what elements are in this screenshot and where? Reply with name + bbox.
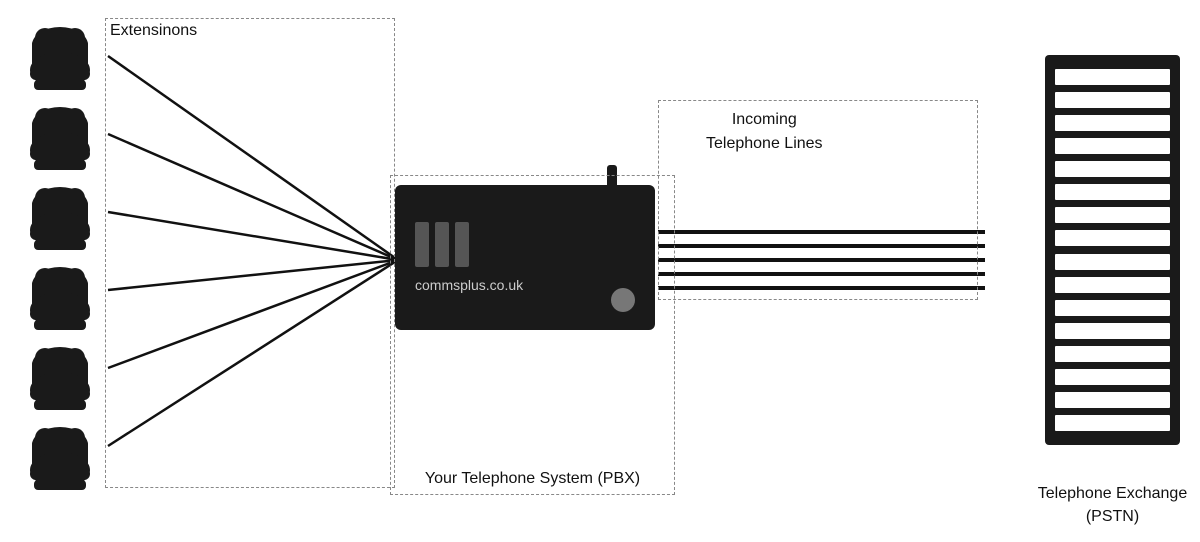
exchange-row-15	[1055, 392, 1170, 408]
exchange-row-13	[1055, 346, 1170, 362]
exchange-label: Telephone Exchange (PSTN)	[1025, 483, 1200, 528]
pbx-label: Your Telephone System (PBX)	[390, 468, 675, 490]
exchange-row-7	[1055, 207, 1170, 223]
exchange-row-5	[1055, 161, 1170, 177]
phone-icon-1	[20, 20, 100, 92]
exchange-row-6	[1055, 184, 1170, 200]
exchange-row-12	[1055, 323, 1170, 339]
pbx-dashed-box	[390, 175, 675, 495]
diagram-container: Extensinons commsplus.co.uk Your Telepho…	[0, 0, 1200, 542]
exchange-row-16	[1055, 415, 1170, 431]
phone-icon-4	[20, 260, 100, 332]
incoming-label: Incoming Telephone Lines	[706, 108, 823, 156]
telephone-exchange	[1045, 55, 1180, 445]
exchange-row-1	[1055, 69, 1170, 85]
extensions-box	[105, 18, 395, 488]
exchange-row-8	[1055, 230, 1170, 246]
exchange-row-2	[1055, 92, 1170, 108]
phone-icon-5	[20, 340, 100, 412]
exchange-row-4	[1055, 138, 1170, 154]
exchange-row-9	[1055, 254, 1170, 270]
exchange-row-3	[1055, 115, 1170, 131]
exchange-row-11	[1055, 300, 1170, 316]
extensions-label: Extensinons	[110, 22, 197, 40]
phone-icon-3	[20, 180, 100, 252]
phone-icon-2	[20, 100, 100, 172]
phones-column	[20, 20, 100, 492]
phone-icon-6	[20, 420, 100, 492]
exchange-row-14	[1055, 369, 1170, 385]
exchange-row-10	[1055, 277, 1170, 293]
